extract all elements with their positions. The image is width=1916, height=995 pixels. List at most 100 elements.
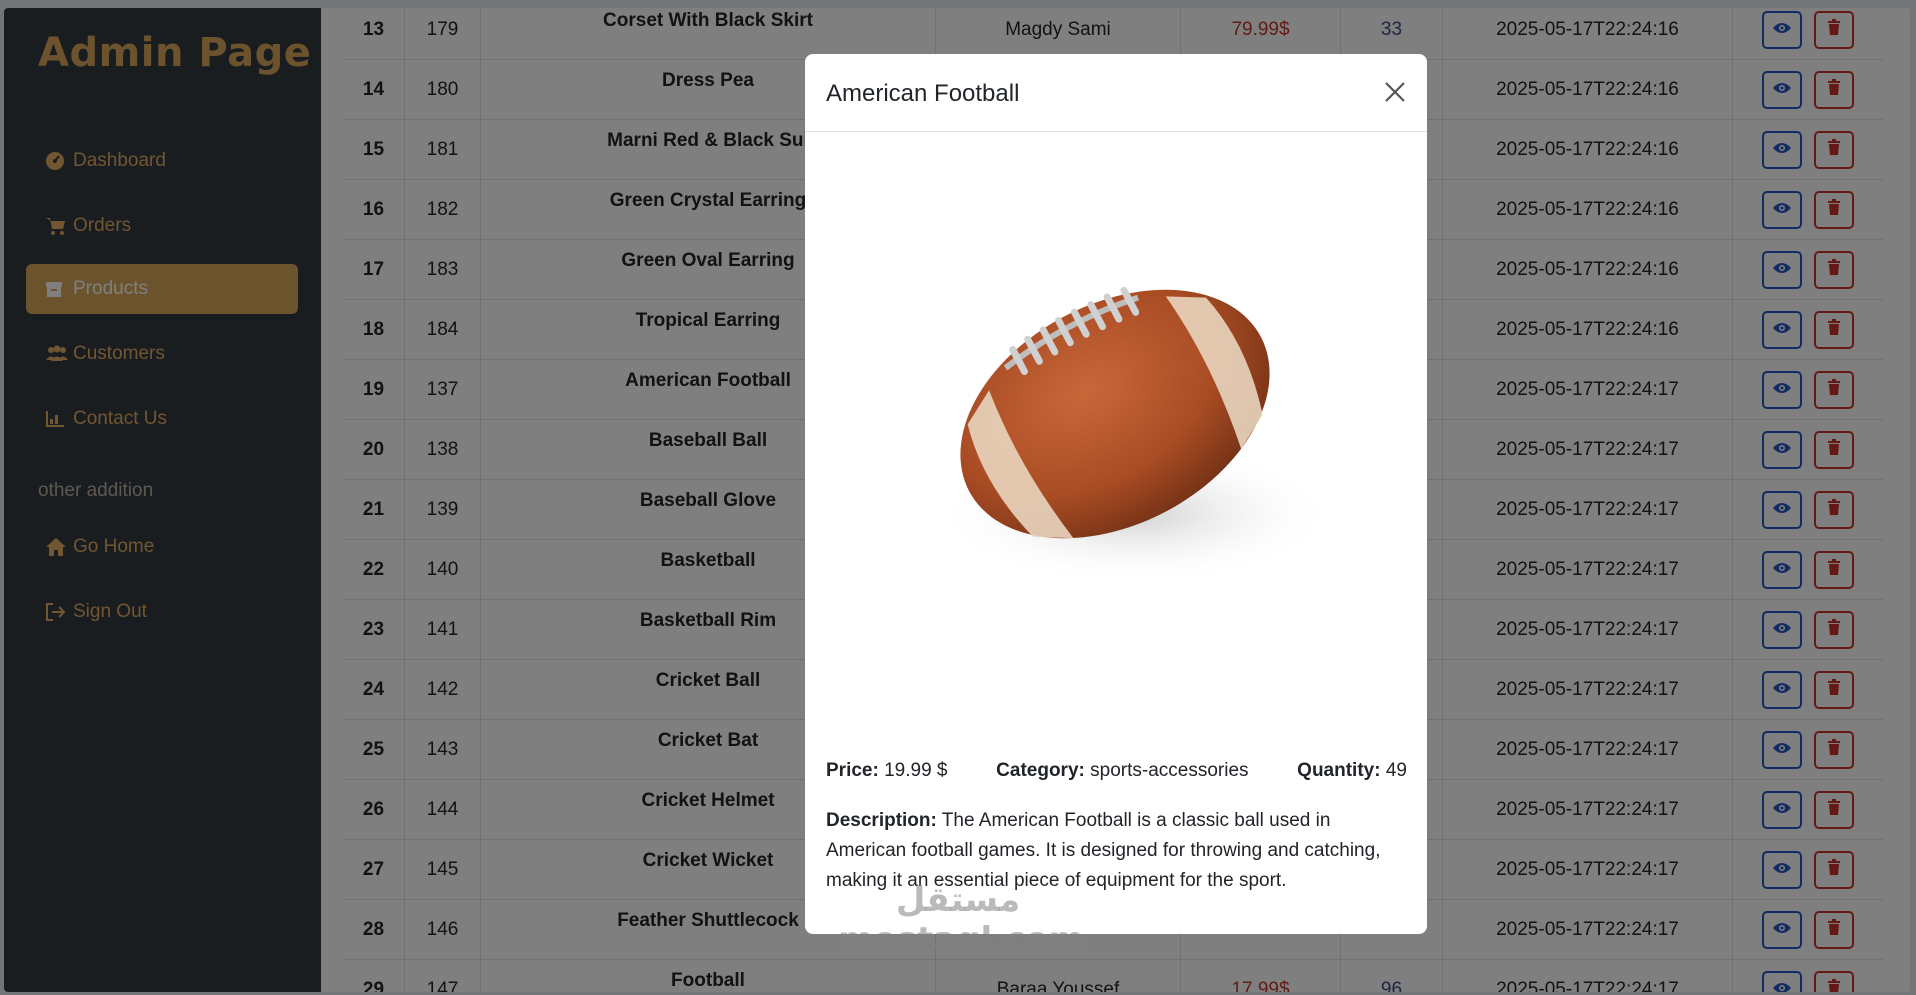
trash-icon xyxy=(1827,498,1841,521)
product-name: Corset With Black Skirt xyxy=(481,8,936,59)
delete-button[interactable] xyxy=(1814,850,1854,889)
sidebar-item-label: Products xyxy=(73,278,148,299)
view-button[interactable] xyxy=(1762,790,1802,829)
table-row: 29 147 Football Baraa Youssef 17.99$ 96 2025-0… xyxy=(343,960,1883,992)
delete-button[interactable] xyxy=(1814,730,1854,769)
view-button[interactable] xyxy=(1762,490,1802,529)
view-button[interactable] xyxy=(1762,850,1802,889)
view-button[interactable] xyxy=(1762,670,1802,709)
product-id: 143 xyxy=(405,720,481,779)
view-button[interactable] xyxy=(1762,910,1802,949)
product-image xyxy=(865,214,1365,634)
delete-button[interactable] xyxy=(1814,70,1854,109)
product-price: 17.99$ xyxy=(1181,960,1341,992)
delete-button[interactable] xyxy=(1814,370,1854,409)
delete-button[interactable] xyxy=(1814,610,1854,649)
delete-button[interactable] xyxy=(1814,550,1854,589)
row-actions xyxy=(1733,780,1883,839)
trash-icon xyxy=(1827,798,1841,821)
created-date: 2025-05-17T22:24:17 xyxy=(1443,660,1733,719)
product-id: 179 xyxy=(405,8,481,59)
view-button[interactable] xyxy=(1762,550,1802,589)
watermark: مستقل mostaql.com xyxy=(838,880,1085,970)
sidebar-item-customers[interactable]: Customers xyxy=(26,329,298,379)
view-button[interactable] xyxy=(1762,70,1802,109)
delete-button[interactable] xyxy=(1814,10,1854,49)
delete-button[interactable] xyxy=(1814,790,1854,829)
sidebar-item-products[interactable]: Products xyxy=(26,264,298,314)
close-icon[interactable] xyxy=(1381,78,1409,106)
delete-button[interactable] xyxy=(1814,130,1854,169)
view-button[interactable] xyxy=(1762,10,1802,49)
created-date: 2025-05-17T22:24:17 xyxy=(1443,360,1733,419)
trash-icon xyxy=(1827,558,1841,581)
delete-button[interactable] xyxy=(1814,490,1854,529)
product-id: 184 xyxy=(405,300,481,359)
sidebar-item-contact[interactable]: Contact Us xyxy=(26,394,298,444)
view-button[interactable] xyxy=(1762,130,1802,169)
created-date: 2025-05-17T22:24:17 xyxy=(1443,960,1733,992)
users-icon xyxy=(45,344,69,364)
delete-button[interactable] xyxy=(1814,250,1854,289)
created-date: 2025-05-17T22:24:16 xyxy=(1443,60,1733,119)
delete-button[interactable] xyxy=(1814,670,1854,709)
brand-title: Admin Page xyxy=(38,30,312,76)
view-button[interactable] xyxy=(1762,190,1802,229)
watermark-arabic: مستقل xyxy=(895,880,1021,920)
eye-icon xyxy=(1772,619,1792,641)
sidebar-item-orders[interactable]: Orders xyxy=(26,201,298,251)
created-date: 2025-05-17T22:24:17 xyxy=(1443,600,1733,659)
view-button[interactable] xyxy=(1762,730,1802,769)
trash-icon xyxy=(1827,318,1841,341)
eye-icon xyxy=(1772,979,1792,992)
row-index: 13 xyxy=(343,8,405,59)
gauge-icon xyxy=(45,151,69,171)
view-button[interactable] xyxy=(1762,310,1802,349)
product-id: 140 xyxy=(405,540,481,599)
sidebar-section-label: other addition xyxy=(38,480,154,501)
view-button[interactable] xyxy=(1762,970,1802,992)
created-date: 2025-05-17T22:24:16 xyxy=(1443,300,1733,359)
product-modal: American Football Price: 19.99 $ Categor… xyxy=(805,54,1427,934)
eye-icon xyxy=(1772,919,1792,941)
row-index: 25 xyxy=(343,720,405,779)
created-date: 2025-05-17T22:24:17 xyxy=(1443,480,1733,539)
view-button[interactable] xyxy=(1762,370,1802,409)
sidebar-item-label: Sign Out xyxy=(73,601,147,622)
row-actions xyxy=(1733,900,1883,959)
seller-name: Magdy Sami xyxy=(936,8,1181,59)
row-index: 14 xyxy=(343,60,405,119)
category-value: sports-accessories xyxy=(1090,760,1249,781)
product-id: 139 xyxy=(405,480,481,539)
delete-button[interactable] xyxy=(1814,310,1854,349)
view-button[interactable] xyxy=(1762,610,1802,649)
sidebar: Admin Page Dashboard Orders Products Cus… xyxy=(4,8,321,992)
row-index: 26 xyxy=(343,780,405,839)
row-actions xyxy=(1733,660,1883,719)
row-actions xyxy=(1733,60,1883,119)
trash-icon xyxy=(1827,18,1841,41)
watermark-url: mostaql.com xyxy=(838,920,1085,960)
row-actions xyxy=(1733,240,1883,299)
delete-button[interactable] xyxy=(1814,190,1854,229)
eye-icon xyxy=(1772,739,1792,761)
modal-header: American Football xyxy=(805,54,1427,132)
delete-button[interactable] xyxy=(1814,970,1854,992)
price-value: 19.99 $ xyxy=(884,760,948,781)
trash-icon xyxy=(1827,738,1841,761)
view-button[interactable] xyxy=(1762,250,1802,289)
trash-icon xyxy=(1827,918,1841,941)
row-actions xyxy=(1733,300,1883,359)
delete-button[interactable] xyxy=(1814,910,1854,949)
trash-icon xyxy=(1827,858,1841,881)
eye-icon xyxy=(1772,379,1792,401)
row-actions xyxy=(1733,960,1883,992)
sidebar-item-go-home[interactable]: Go Home xyxy=(26,522,298,572)
sidebar-item-dashboard[interactable]: Dashboard xyxy=(26,136,298,186)
row-index: 17 xyxy=(343,240,405,299)
view-button[interactable] xyxy=(1762,430,1802,469)
row-index: 24 xyxy=(343,660,405,719)
trash-icon xyxy=(1827,198,1841,221)
delete-button[interactable] xyxy=(1814,430,1854,469)
sidebar-item-sign-out[interactable]: Sign Out xyxy=(26,587,298,637)
